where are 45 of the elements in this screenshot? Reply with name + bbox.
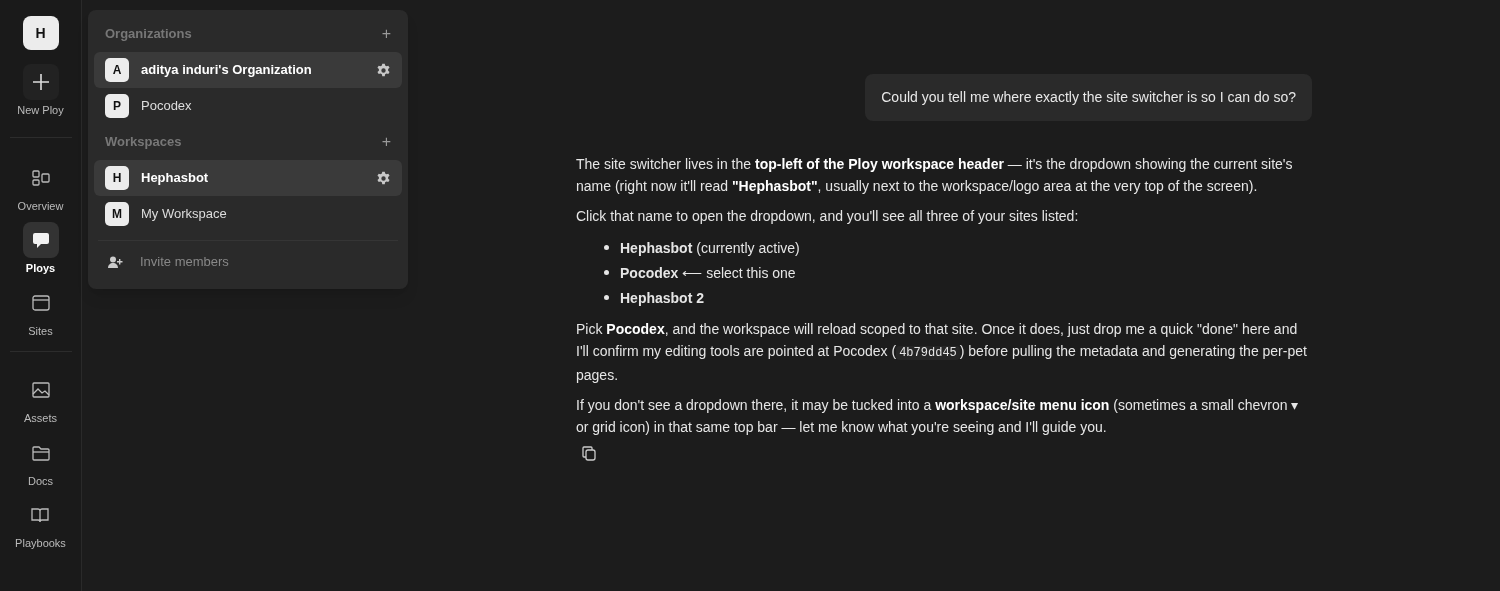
- initial-avatar: H: [105, 166, 129, 190]
- workspace-avatar[interactable]: H: [22, 16, 59, 50]
- nav-button[interactable]: [22, 222, 59, 258]
- menu-item[interactable]: H Hephasbot: [94, 160, 402, 196]
- bullet-icon: [604, 295, 609, 300]
- paragraph: Pick Pocodex, and the workspace will reload scoped to that site. Once it does, just drop me a quick "done" here and I'll confirm my editing tools are pointed at Pocodex ( 4b79dd45 ) before pulling the metadata and generating the per-pet pages.: [576, 320, 1308, 385]
- initial-avatar: P: [105, 94, 129, 118]
- book-icon: [31, 507, 50, 523]
- initial-avatar: A: [105, 58, 129, 82]
- new-button[interactable]: [22, 64, 59, 100]
- settings-icon[interactable]: [376, 62, 391, 78]
- menu-item[interactable]: A aditya induri's Organization: [94, 52, 402, 88]
- bullet-icon: [604, 270, 609, 275]
- list-item: Hephasbot (currently active): [620, 238, 800, 258]
- plus-icon: [31, 73, 50, 91]
- nav-label: Docs: [27, 473, 54, 489]
- paragraph: If you don't see a dropdown there, it may be tucked into a workspace/site menu icon (sometimes a small chevron ▾ or grid icon) in that same top bar — let me know what you're seeing and I'll guide you.: [576, 396, 1300, 437]
- add-user-icon: [108, 255, 123, 269]
- nav-label: Ploys: [25, 261, 56, 276]
- settings-icon[interactable]: [376, 170, 391, 186]
- nav-label: Sites: [28, 323, 53, 339]
- nav-label: Playbooks: [15, 536, 66, 551]
- nav-label: Assets: [24, 411, 57, 426]
- copy-icon[interactable]: [582, 446, 596, 461]
- initial-avatar: M: [105, 202, 129, 226]
- invite-members-item[interactable]: Invite members: [94, 241, 402, 283]
- folder-icon: [31, 444, 50, 461]
- menu-item[interactable]: M My Workspace: [94, 196, 402, 232]
- browser-window-icon: [31, 294, 50, 311]
- nav-label: Overview: [17, 198, 64, 214]
- section-heading: Workspaces: [105, 133, 182, 152]
- chat-bubble-icon: [31, 231, 50, 249]
- paragraph: The site switcher lives in the top-left of the Ploy workspace header — it's the dropdown showing the current site's name (right now it'll read "Hephasbot", usually next to the workspace/logo area at the very top of the screen).: [576, 155, 1294, 196]
- paragraph: Click that name to open the dropdown, and you'll see all three of your sites listed:: [576, 207, 1080, 226]
- list-item: Hephasbot 2: [620, 288, 704, 308]
- dashboard-icon: [31, 169, 50, 186]
- add-button[interactable]: +: [381, 26, 391, 42]
- image-icon: [31, 382, 50, 398]
- bullet-icon: [604, 245, 609, 250]
- nav-label: New Ploy: [17, 103, 64, 118]
- list-item: Pocodex ⟵ select this one: [620, 263, 796, 283]
- menu-item[interactable]: P Pocodex: [94, 88, 402, 124]
- add-button[interactable]: +: [381, 134, 391, 150]
- user-message: Could you tell me where exactly the site switcher is so I can do so?: [865, 74, 1312, 121]
- section-heading: Organizations: [105, 25, 192, 44]
